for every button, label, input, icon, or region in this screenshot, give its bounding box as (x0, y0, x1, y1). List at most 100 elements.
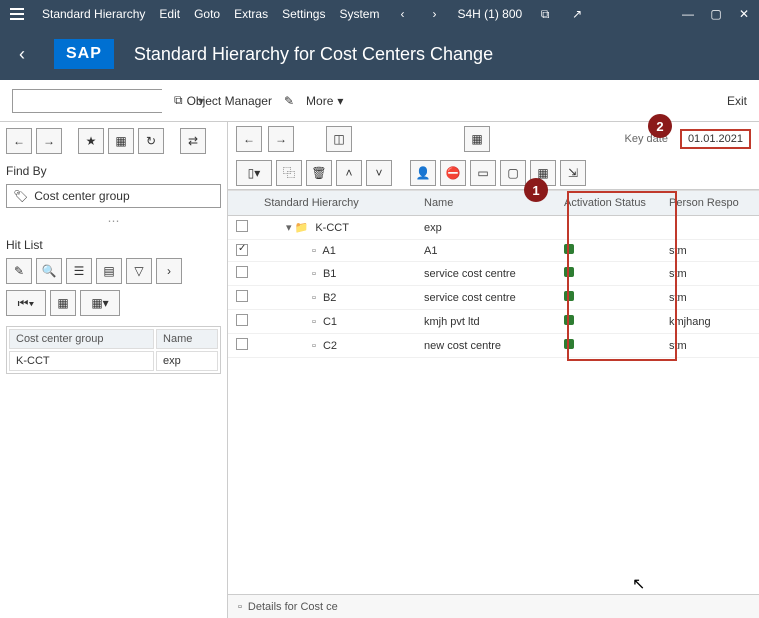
edit-button[interactable]: ✎ (6, 258, 32, 284)
responsible-cell: stm (661, 334, 759, 358)
nav-prev-icon[interactable]: ‹ (393, 5, 411, 23)
col-group-header[interactable]: Cost center group (9, 329, 154, 349)
copy-button[interactable]: ⿻ (276, 160, 302, 186)
expand-button[interactable]: ˅ (366, 160, 392, 186)
export2-button[interactable]: ⇲ (560, 160, 586, 186)
hit-list-label: Hit List (6, 238, 221, 252)
favorite-button[interactable]: ★ (78, 128, 104, 154)
menu-standard-hierarchy[interactable]: Standard Hierarchy (42, 7, 145, 21)
new-session-icon[interactable]: ⧉ (536, 5, 554, 23)
details-icon: ▫ (238, 601, 242, 613)
detail-button[interactable]: ▤ (96, 258, 122, 284)
nav-next-icon[interactable]: › (425, 5, 443, 23)
find-by-label: Find By (6, 164, 221, 178)
table-row[interactable]: ▫ A1A1stm (228, 240, 759, 262)
exit-button[interactable]: Exit (727, 94, 747, 108)
first-button[interactable]: ⏮▾ (6, 290, 46, 316)
status-active-icon (564, 315, 574, 325)
splitter-handle[interactable]: ⋯ (6, 214, 221, 228)
row-checkbox[interactable] (236, 338, 248, 350)
columns-button[interactable]: ▦ (530, 160, 556, 186)
table-row[interactable]: ▫ C1kmjh pvt ltdkmjhang (228, 310, 759, 334)
row-checkbox[interactable] (236, 220, 248, 232)
table-row[interactable]: ▫ B1service cost centrestm (228, 262, 759, 286)
export-button[interactable]: ▦▾ (80, 290, 120, 316)
toggle-button[interactable]: ▦ (108, 128, 134, 154)
back-button[interactable]: ‹ (10, 42, 34, 66)
name-cell: kmjh pvt ltd (416, 310, 556, 334)
menu-extras[interactable]: Extras (234, 7, 268, 21)
costcenter-node-icon: ▫ (312, 340, 316, 352)
table-row[interactable]: ▾ 📁 K-CCTexp (228, 216, 759, 240)
command-input[interactable] (13, 90, 198, 112)
key-date-field[interactable]: 01.01.2021 (680, 129, 751, 149)
col-hierarchy[interactable]: Standard Hierarchy (256, 191, 416, 216)
object-manager-button[interactable]: ⧉ Object Manager (174, 93, 272, 108)
calendar-button[interactable]: ▦ (464, 126, 490, 152)
activation-cell (556, 286, 661, 310)
table-row[interactable]: ▫ C2new cost centrestm (228, 334, 759, 358)
minimize-icon[interactable]: — (679, 5, 697, 23)
hierarchy-cell: ▫ C2 (256, 334, 416, 358)
responsible-cell: stm (661, 240, 759, 262)
table-row[interactable]: ▫ B2service cost centrestm (228, 286, 759, 310)
tree-forward-button[interactable]: → (268, 126, 294, 152)
row-checkbox[interactable] (236, 244, 248, 256)
create-button[interactable]: ▯▾ (236, 160, 272, 186)
status-active-icon (564, 339, 574, 349)
responsible-cell: kmjhang (661, 310, 759, 334)
find-by-selector[interactable]: 🏷 Cost center group (6, 184, 221, 208)
grid-button[interactable]: ▦ (50, 290, 76, 316)
row-checkbox[interactable] (236, 290, 248, 302)
responsible-cell: stm (661, 286, 759, 310)
activation-cell (556, 216, 661, 240)
sap-logo: SAP (54, 39, 114, 69)
deselect-button[interactable]: ▢ (500, 160, 526, 186)
filter-button[interactable]: ▽ (126, 258, 152, 284)
delete-button[interactable]: 🗑 (306, 160, 332, 186)
collapse-button[interactable]: ˄ (336, 160, 362, 186)
col-activation[interactable]: Activation Status (556, 191, 661, 216)
cube-button[interactable]: ◫ (326, 126, 352, 152)
list-button[interactable]: ☰ (66, 258, 92, 284)
more-button[interactable]: More ▾ (306, 94, 343, 108)
tree-back-button[interactable]: ← (236, 126, 262, 152)
col-name-header[interactable]: Name (156, 329, 218, 349)
maximize-icon[interactable]: ▢ (707, 5, 725, 23)
row-checkbox[interactable] (236, 314, 248, 326)
nav-back-button[interactable]: ← (6, 128, 32, 154)
object-manager-label: Object Manager (187, 94, 272, 108)
col-responsible[interactable]: Person Respo (661, 191, 759, 216)
shortcut-icon[interactable]: ↗ (568, 5, 586, 23)
select-button[interactable]: ▭ (470, 160, 496, 186)
unassign-button[interactable]: ⛔ (440, 160, 466, 186)
wand-icon: ✎ (284, 94, 294, 108)
menu-icon[interactable] (6, 4, 28, 24)
hit-list-row[interactable]: K-CCT exp (9, 351, 218, 371)
col-select[interactable] (228, 191, 256, 216)
command-field[interactable]: ▾ (12, 89, 162, 113)
costcenter-node-icon: ▫ (312, 245, 316, 257)
refresh-button[interactable]: ↻ (138, 128, 164, 154)
menu-settings[interactable]: Settings (282, 7, 325, 21)
hierarchy-cell: ▫ B2 (256, 286, 416, 310)
nav-forward-button[interactable]: → (36, 128, 62, 154)
col-name[interactable]: Name (416, 191, 556, 216)
hierarchy-table[interactable]: Standard Hierarchy Name Activation Statu… (228, 191, 759, 358)
menu-goto[interactable]: Goto (194, 7, 220, 21)
session-label: S4H (1) 800 (457, 7, 522, 21)
name-cell: service cost centre (416, 262, 556, 286)
more-hitlist-button[interactable]: › (156, 258, 182, 284)
activation-cell (556, 262, 661, 286)
menu-system[interactable]: System (339, 7, 379, 21)
hit-list-table[interactable]: Cost center group Name K-CCT exp (6, 326, 221, 374)
find-button[interactable]: 🔍 (36, 258, 62, 284)
user-button[interactable]: 👤 (410, 160, 436, 186)
menu-edit[interactable]: Edit (159, 7, 180, 21)
wand-button[interactable]: ✎ (284, 94, 294, 108)
layout-button[interactable]: ⇄ (180, 128, 206, 154)
hierarchy-cell: ▫ A1 (256, 240, 416, 262)
row-checkbox[interactable] (236, 266, 248, 278)
close-icon[interactable]: ✕ (735, 5, 753, 23)
hierarchy-cell: ▫ B1 (256, 262, 416, 286)
